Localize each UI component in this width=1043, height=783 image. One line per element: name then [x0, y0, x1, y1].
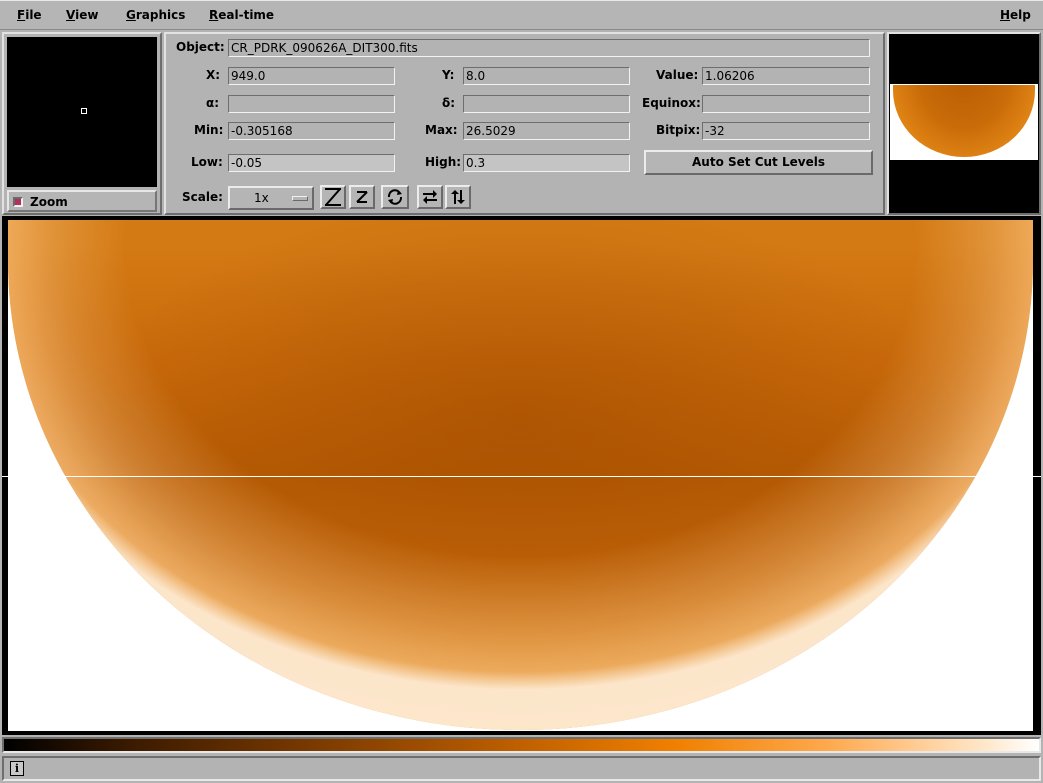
menu-bar: File View Graphics Real-time Help — [0, 0, 1043, 30]
zoom-view[interactable] — [7, 37, 157, 187]
scale-label: Scale: — [182, 190, 223, 204]
auto-set-cut-levels-button[interactable]: Auto Set Cut Levels — [644, 150, 873, 175]
delta-field[interactable] — [463, 95, 630, 113]
y-label: Y: — [442, 68, 455, 82]
max-field[interactable]: 26.5029 — [463, 122, 630, 140]
object-field[interactable]: CR_PDRK_090626A_DIT300.fits — [228, 39, 870, 57]
x-label: X: — [206, 68, 221, 82]
object-label: Object: — [176, 40, 225, 54]
rotate-button[interactable] — [381, 185, 409, 209]
low-label: Low: — [191, 155, 223, 169]
value-label: Value: — [656, 68, 699, 82]
bitpix-label: Bitpix: — [656, 123, 701, 137]
menu-file[interactable]: File — [17, 8, 42, 22]
zoom-panel: Zoom — [2, 32, 162, 215]
high-label: High: — [425, 155, 462, 169]
image-edge-glow — [8, 220, 1033, 730]
rotate-icon — [387, 189, 403, 205]
option-menu-indicator-icon — [292, 196, 308, 201]
y-field[interactable]: 8.0 — [463, 67, 630, 85]
high-cut-input[interactable]: 0.3 — [463, 154, 630, 172]
image-info-panel: Object: CR_PDRK_090626A_DIT300.fits X: 9… — [164, 32, 885, 215]
value-field[interactable]: 1.06206 — [702, 67, 870, 85]
flip-y-button[interactable] — [445, 185, 471, 209]
status-bar: i — [2, 756, 1041, 781]
flip-y-icon — [451, 190, 465, 204]
flip-x-button[interactable] — [417, 185, 443, 209]
zoom-toggle-button[interactable]: Zoom — [7, 190, 157, 212]
max-label: Max: — [425, 123, 458, 137]
menu-realtime[interactable]: Real-time — [209, 8, 274, 22]
bitpix-field[interactable]: -32 — [702, 122, 870, 140]
delta-label: δ: — [442, 96, 456, 110]
menu-help[interactable]: Help — [1000, 8, 1031, 22]
equinox-label: Equinox: — [642, 96, 701, 110]
menu-graphics[interactable]: Graphics — [126, 8, 185, 22]
zoom-out-icon — [356, 191, 368, 203]
zoom-out-button[interactable] — [349, 185, 375, 209]
cursor-crosshair-line — [2, 476, 1041, 477]
zoom-checkbox[interactable] — [13, 197, 23, 207]
zoom-in-button[interactable] — [320, 185, 346, 209]
zoom-in-icon — [325, 188, 341, 206]
zoom-label: Zoom — [30, 195, 68, 209]
min-field[interactable]: -0.305168 — [228, 122, 395, 140]
min-label: Min: — [194, 123, 224, 137]
pan-thumbnail[interactable] — [890, 84, 1038, 160]
alpha-label: α: — [206, 96, 220, 110]
x-field[interactable]: 949.0 — [228, 67, 395, 85]
menu-view[interactable]: View — [66, 8, 98, 22]
image-display[interactable] — [2, 216, 1041, 735]
info-icon[interactable]: i — [10, 761, 24, 776]
alpha-field[interactable] — [228, 95, 395, 113]
zoom-cursor-marker — [81, 108, 87, 114]
flip-x-icon — [423, 190, 437, 204]
pan-thumbnail-image — [893, 85, 1035, 157]
pan-panel[interactable] — [887, 32, 1041, 215]
colorbar[interactable] — [2, 737, 1041, 753]
equinox-field[interactable] — [702, 95, 870, 113]
scale-menu-button[interactable]: 1x — [228, 186, 314, 210]
scale-value: 1x — [254, 191, 269, 205]
low-cut-input[interactable]: -0.05 — [228, 154, 395, 172]
